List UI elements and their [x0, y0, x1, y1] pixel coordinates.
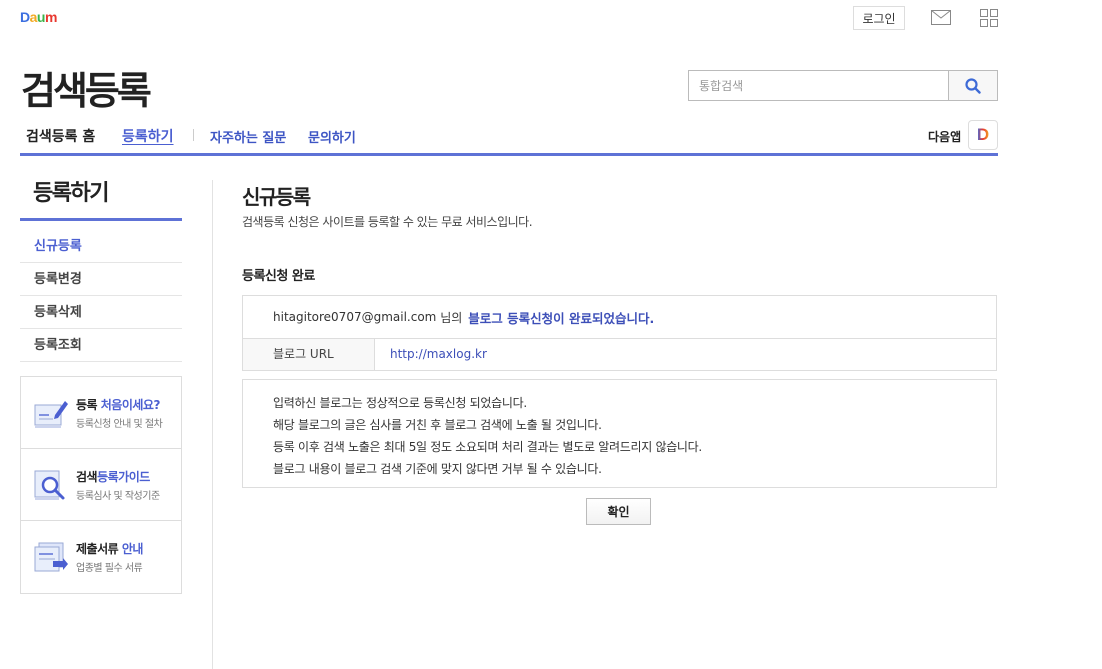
- banner-title: 검색등록가이드: [76, 468, 150, 485]
- content-title: 신규등록: [242, 185, 311, 209]
- sidebar-item-new[interactable]: 신규등록: [20, 230, 182, 263]
- login-button[interactable]: 로그인: [853, 6, 905, 30]
- daum-logo[interactable]: Daum: [20, 9, 57, 25]
- banner-title-plain: 등록: [76, 398, 101, 412]
- result-url-row: 블로그 URL http://maxlog.kr: [243, 339, 996, 370]
- result-email: hitagitore0707@gmail.com: [273, 310, 437, 324]
- banner-sub: 등록신청 안내 및 절차: [76, 419, 163, 430]
- result-done-message: 블로그 등록신청이 완료되었습니다.: [468, 310, 655, 326]
- search-icon: [965, 77, 981, 94]
- banner-sub: 업종별 필수 서류: [76, 563, 143, 574]
- search-input[interactable]: [689, 71, 948, 100]
- url-label: 블로그 URL: [243, 339, 375, 370]
- nav-home[interactable]: 검색등록 홈: [26, 126, 95, 146]
- result-table: hitagitore0707@gmail.com 님의 블로그 등록신청이 완료…: [242, 295, 997, 371]
- pencil-doc-icon: [34, 401, 68, 428]
- banner-title-plain: 제출서류: [76, 542, 122, 556]
- sidebar-item-change[interactable]: 등록변경: [20, 263, 182, 296]
- nav-register[interactable]: 등록하기: [122, 126, 174, 146]
- notice-line: 입력하신 블로그는 정상적으로 등록신청 되었습니다.: [273, 396, 527, 410]
- service-title[interactable]: 검색등록: [21, 60, 152, 115]
- notice-line: 블로그 내용이 블로그 검색 기준에 맞지 않다면 거부 될 수 있습니다.: [273, 462, 602, 476]
- banner-title-highlight: 안내: [121, 542, 144, 556]
- logo-letter-d: D: [20, 9, 30, 25]
- banner-title-highlight: 처음이세요?: [100, 398, 161, 412]
- sidebar-title: 등록하기: [20, 175, 182, 221]
- nav-faq[interactable]: 자주하는 질문: [210, 127, 286, 146]
- content-divider: [212, 180, 213, 669]
- daum-app-icon[interactable]: D: [968, 120, 998, 150]
- banner-first-time[interactable]: 등록 처음이세요? 등록신청 안내 및 절차: [21, 377, 181, 449]
- notice-line: 등록 이후 검색 노출은 최대 5일 정도 소요되며 처리 결과는 별도로 알려…: [273, 440, 702, 454]
- main-nav: 검색등록 홈 등록하기 자주하는 질문 문의하기 다음앱 D: [20, 120, 998, 156]
- notice-line: 해당 블로그의 글은 심사를 거친 후 블로그 검색에 노출 될 것입니다.: [273, 418, 602, 432]
- sidebar-menu: 신규등록 등록변경 등록삭제 등록조회: [20, 230, 182, 362]
- doc-stack-icon: [34, 542, 68, 572]
- daum-app-label[interactable]: 다음앱: [928, 128, 961, 145]
- banner-sub: 등록심사 및 작성기준: [76, 491, 160, 502]
- magnifier-doc-icon: [34, 470, 65, 500]
- page: Daum 로그인 검색등록 검색등록 홈 등록하기 자주하는 질문 문의하기 다…: [0, 0, 1102, 669]
- banner-title-highlight: 등록가이드: [97, 470, 150, 484]
- search-button[interactable]: [948, 71, 997, 100]
- section-title: 등록신청 완료: [242, 269, 315, 284]
- search-box: [688, 70, 998, 101]
- notice-box: 입력하신 블로그는 정상적으로 등록신청 되었습니다. 해당 블로그의 글은 심…: [242, 379, 997, 488]
- banner-title-plain: 검색: [76, 470, 98, 484]
- mail-icon[interactable]: [931, 10, 951, 25]
- banner-documents[interactable]: 제출서류 안내 업종별 필수 서류: [21, 521, 181, 593]
- sidebar-banners: 등록 처음이세요? 등록신청 안내 및 절차 검색등록가이드 등록심사 및 작성…: [20, 376, 182, 594]
- banner-title: 등록 처음이세요?: [76, 396, 160, 413]
- url-link[interactable]: http://maxlog.kr: [375, 339, 487, 370]
- banner-title: 제출서류 안내: [76, 540, 143, 557]
- confirm-button[interactable]: 확인: [586, 498, 651, 525]
- logo-letter-m: m: [44, 9, 57, 25]
- nav-divider: [193, 129, 194, 141]
- result-message-row: hitagitore0707@gmail.com 님의 블로그 등록신청이 완료…: [243, 296, 996, 339]
- result-suffix: 님의: [440, 310, 463, 325]
- sidebar-item-delete[interactable]: 등록삭제: [20, 296, 182, 329]
- sidebar-item-lookup[interactable]: 등록조회: [20, 329, 182, 362]
- logo-letter-a: a: [29, 9, 38, 25]
- banner-guide[interactable]: 검색등록가이드 등록심사 및 작성기준: [21, 449, 181, 521]
- logo-letter-u: u: [36, 9, 46, 25]
- apps-grid-icon[interactable]: [980, 9, 998, 27]
- daum-app-icon-letter: D: [976, 125, 990, 144]
- content-description: 검색등록 신청은 사이트를 등록할 수 있는 무료 서비스입니다.: [242, 215, 533, 229]
- nav-inquiry[interactable]: 문의하기: [308, 127, 356, 146]
